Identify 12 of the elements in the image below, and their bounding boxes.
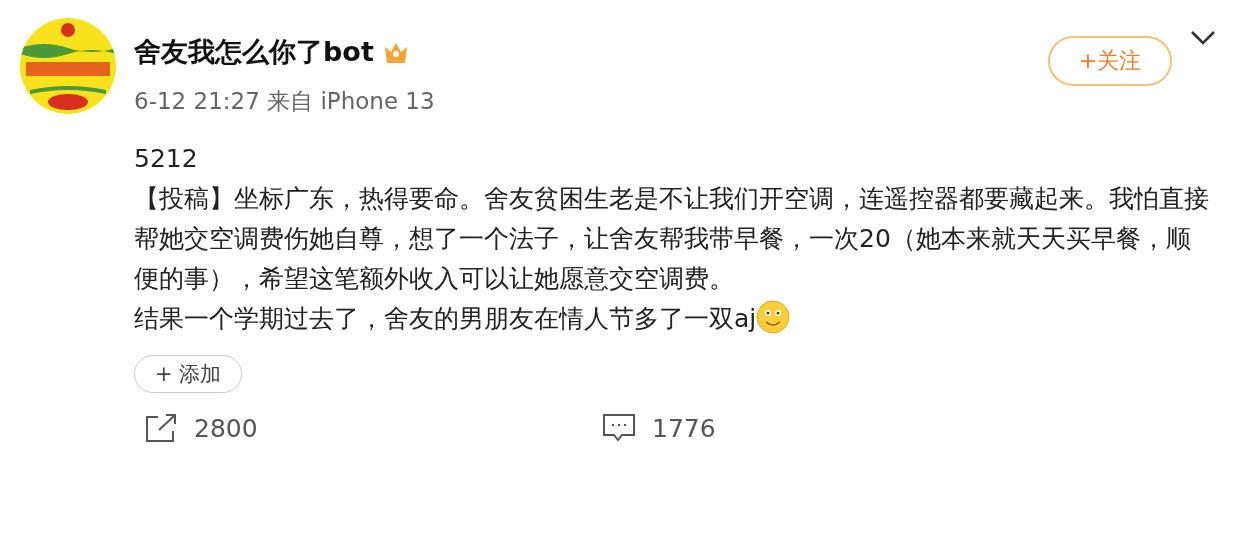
post-text: 结果一个学期过去了，舍友的男朋友在情人节多了一双aj [134,304,757,333]
action-count: 1776 [652,413,716,443]
add-button[interactable]: + 添加 [134,355,243,393]
post-text: 5212 [134,144,198,173]
smiley-icon [756,300,791,334]
author-name[interactable]: 舍友我怎么你了bot [134,34,374,70]
share-icon[interactable] [144,413,178,443]
chevron-down-icon[interactable] [1190,30,1216,46]
post-meta: 6-12 21:27 来自 iPhone 13 [134,87,435,116]
action-count: 2800 [194,413,258,443]
post-text: 【投稿】坐标广东，热得要命。舍友贫困生老是不让我们开空调，连遥控器都要藏起来。我怕直接帮她交空调费伤她自尊，想了一个法子，让舍友帮我带早餐，一次20（她本来就天天买早餐，顺便的事），希望这笔额外收入可以让她愿意交空调费。 [134,184,1209,293]
comment-icon[interactable] [602,413,636,443]
